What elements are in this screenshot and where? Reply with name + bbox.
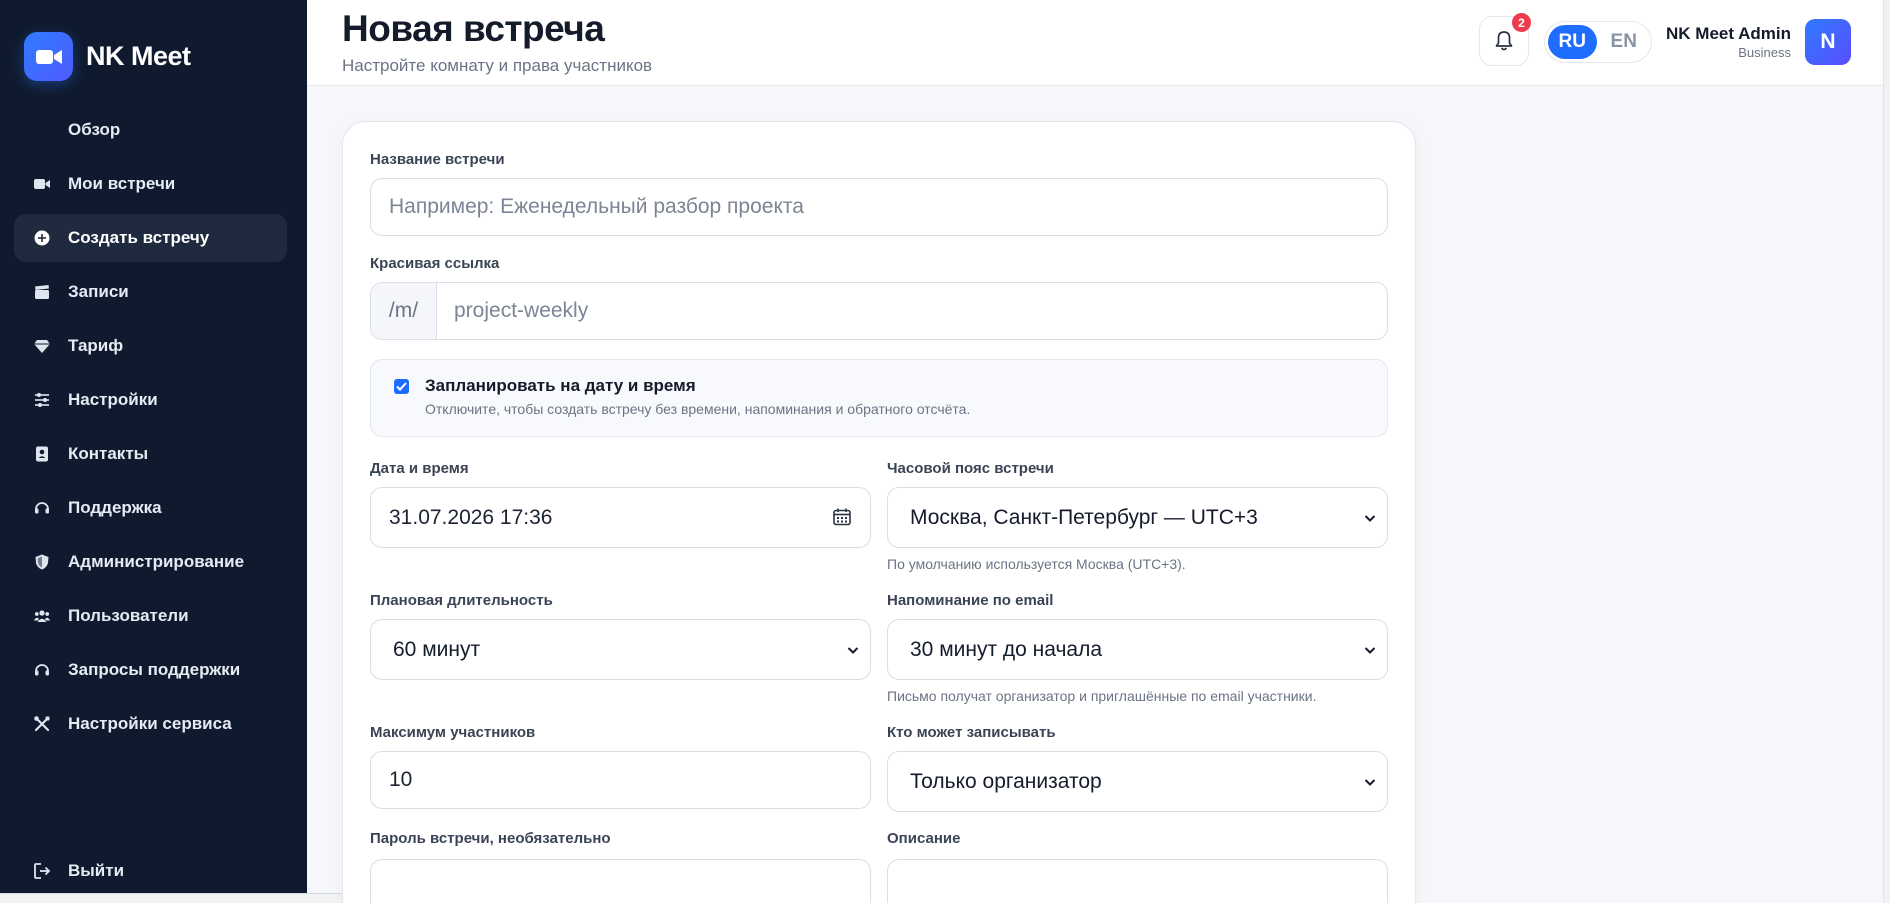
lang-ru-button[interactable]: RU <box>1548 25 1597 59</box>
status-bar <box>0 893 343 903</box>
calendar-icon[interactable] <box>832 507 852 527</box>
logout-button[interactable]: Выйти <box>14 847 287 895</box>
notifications-badge: 2 <box>1512 13 1531 32</box>
gem-icon <box>33 337 51 355</box>
sidebar-item-label: Обзор <box>68 120 121 139</box>
sidebar-item-label: Запросы поддержки <box>68 660 241 679</box>
sidebar-item-contacts[interactable]: Контакты <box>14 430 287 478</box>
sidebar-item-overview[interactable]: Обзор <box>14 106 287 154</box>
sidebar-item-support[interactable]: Поддержка <box>14 484 287 532</box>
reminder-label: Напоминание по email <box>887 592 1054 609</box>
lang-en-button[interactable]: EN <box>1600 25 1649 59</box>
sidebar-item-label: Настройки <box>68 390 158 409</box>
sidebar-nav: Обзор Мои встречи Создать встречу Записи… <box>14 106 287 754</box>
brand-name: NK Meet <box>86 41 191 71</box>
create-meeting-form: Название встречи Например: Еженедельный … <box>342 121 1416 903</box>
slug-field: /m/ project-weekly <box>370 282 1388 340</box>
avatar[interactable]: N <box>1805 19 1851 65</box>
timezone-hint: По умолчанию используется Москва (UTC+3)… <box>887 556 1186 572</box>
sliders-icon <box>33 391 51 409</box>
recording-value: Только организатор <box>910 769 1102 793</box>
recording-permission-select[interactable]: Только организатор <box>887 751 1388 812</box>
duration-select[interactable]: 60 минут <box>370 619 871 680</box>
sidebar-item-plan[interactable]: Тариф <box>14 322 287 370</box>
sidebar-item-label: Тариф <box>68 336 124 355</box>
chevron-down-icon <box>847 647 859 654</box>
chevron-down-icon <box>1364 515 1376 522</box>
page-title: Новая встреча <box>342 8 605 49</box>
headset-icon <box>33 661 51 679</box>
description-textarea[interactable] <box>887 859 1388 903</box>
datetime-label: Дата и время <box>370 460 469 477</box>
timezone-label: Часовой пояс встречи <box>887 460 1054 477</box>
chevron-down-icon <box>1364 779 1376 786</box>
meeting-name-label: Название встречи <box>370 151 505 168</box>
sidebar-item-label: Настройки сервиса <box>68 714 232 733</box>
reminder-hint: Письмо получат организатор и приглашённы… <box>887 688 1317 704</box>
check-icon <box>396 382 407 391</box>
logout-icon <box>33 862 51 880</box>
slug-input[interactable]: project-weekly <box>437 283 1387 339</box>
max-participants-input[interactable]: 10 <box>370 751 871 809</box>
password-label: Пароль встречи, необязательно <box>370 830 611 847</box>
video-icon <box>33 175 51 193</box>
reminder-value: 30 минут до начала <box>910 637 1103 661</box>
clapperboard-icon <box>33 283 51 301</box>
slug-prefix: /m/ <box>371 283 437 339</box>
sidebar-item-users[interactable]: Пользователи <box>14 592 287 640</box>
sidebar-item-service-settings[interactable]: Настройки сервиса <box>14 700 287 748</box>
datetime-input[interactable]: 31.07.2026 17:36 <box>370 487 871 548</box>
sidebar-item-label: Записи <box>68 282 129 301</box>
page-subtitle: Настройте комнату и права участников <box>342 56 653 75</box>
sidebar-item-label: Контакты <box>68 444 149 463</box>
datetime-value: 31.07.2026 17:36 <box>389 505 553 529</box>
sidebar-item-label: Администрирование <box>68 552 245 571</box>
schedule-title: Запланировать на дату и время <box>425 376 696 395</box>
bell-icon <box>1495 31 1513 51</box>
video-camera-logo-icon <box>24 32 73 81</box>
users-icon <box>33 607 51 625</box>
sidebar-item-administration[interactable]: Администрирование <box>14 538 287 586</box>
sidebar-item-my-meetings[interactable]: Мои встречи <box>14 160 287 208</box>
slug-label: Красивая ссылка <box>370 255 500 272</box>
recording-label: Кто может записывать <box>887 724 1056 741</box>
password-input[interactable] <box>370 859 871 903</box>
logout-label: Выйти <box>68 861 125 880</box>
contact-card-icon <box>33 445 51 463</box>
sidebar-item-label: Создать встречу <box>68 228 210 247</box>
headset-icon <box>33 499 51 517</box>
timezone-value: Москва, Санкт-Петербург — UTC+3 <box>910 505 1258 529</box>
chevron-down-icon <box>1364 647 1376 654</box>
meeting-name-input[interactable]: Например: Еженедельный разбор проекта <box>370 178 1388 236</box>
shield-icon <box>33 553 51 571</box>
plus-circle-icon <box>33 229 51 247</box>
language-switch: RU EN <box>1544 21 1652 63</box>
schedule-toggle-box: Запланировать на дату и время Отключите,… <box>370 359 1388 437</box>
reminder-select[interactable]: 30 минут до начала <box>887 619 1388 680</box>
description-label: Описание <box>887 830 961 847</box>
brand[interactable]: NK Meet <box>24 32 191 81</box>
max-participants-label: Максимум участников <box>370 724 536 741</box>
duration-label: Плановая длительность <box>370 592 553 609</box>
sidebar-item-recordings[interactable]: Записи <box>14 268 287 316</box>
sidebar: NK Meet Обзор Мои встречи Создать встреч… <box>0 0 307 903</box>
notifications-button[interactable]: 2 <box>1479 13 1531 66</box>
user-name: NK Meet Admin <box>1666 24 1791 43</box>
timezone-select[interactable]: Москва, Санкт-Петербург — UTC+3 <box>887 487 1388 548</box>
schedule-description: Отключите, чтобы создать встречу без вре… <box>425 401 971 417</box>
sidebar-item-create-meeting[interactable]: Создать встречу <box>14 214 287 262</box>
top-header: Новая встреча Настройте комнату и права … <box>307 0 1890 86</box>
schedule-checkbox[interactable] <box>394 379 409 394</box>
vertical-scrollbar[interactable] <box>1883 0 1890 903</box>
sidebar-item-settings[interactable]: Настройки <box>14 376 287 424</box>
sidebar-item-support-requests[interactable]: Запросы поддержки <box>14 646 287 694</box>
user-plan: Business <box>1738 45 1791 60</box>
sidebar-item-label: Мои встречи <box>68 174 176 193</box>
sidebar-item-label: Поддержка <box>68 498 162 517</box>
tools-icon <box>33 715 51 733</box>
duration-value: 60 минут <box>393 637 481 661</box>
sidebar-item-label: Пользователи <box>68 606 189 625</box>
